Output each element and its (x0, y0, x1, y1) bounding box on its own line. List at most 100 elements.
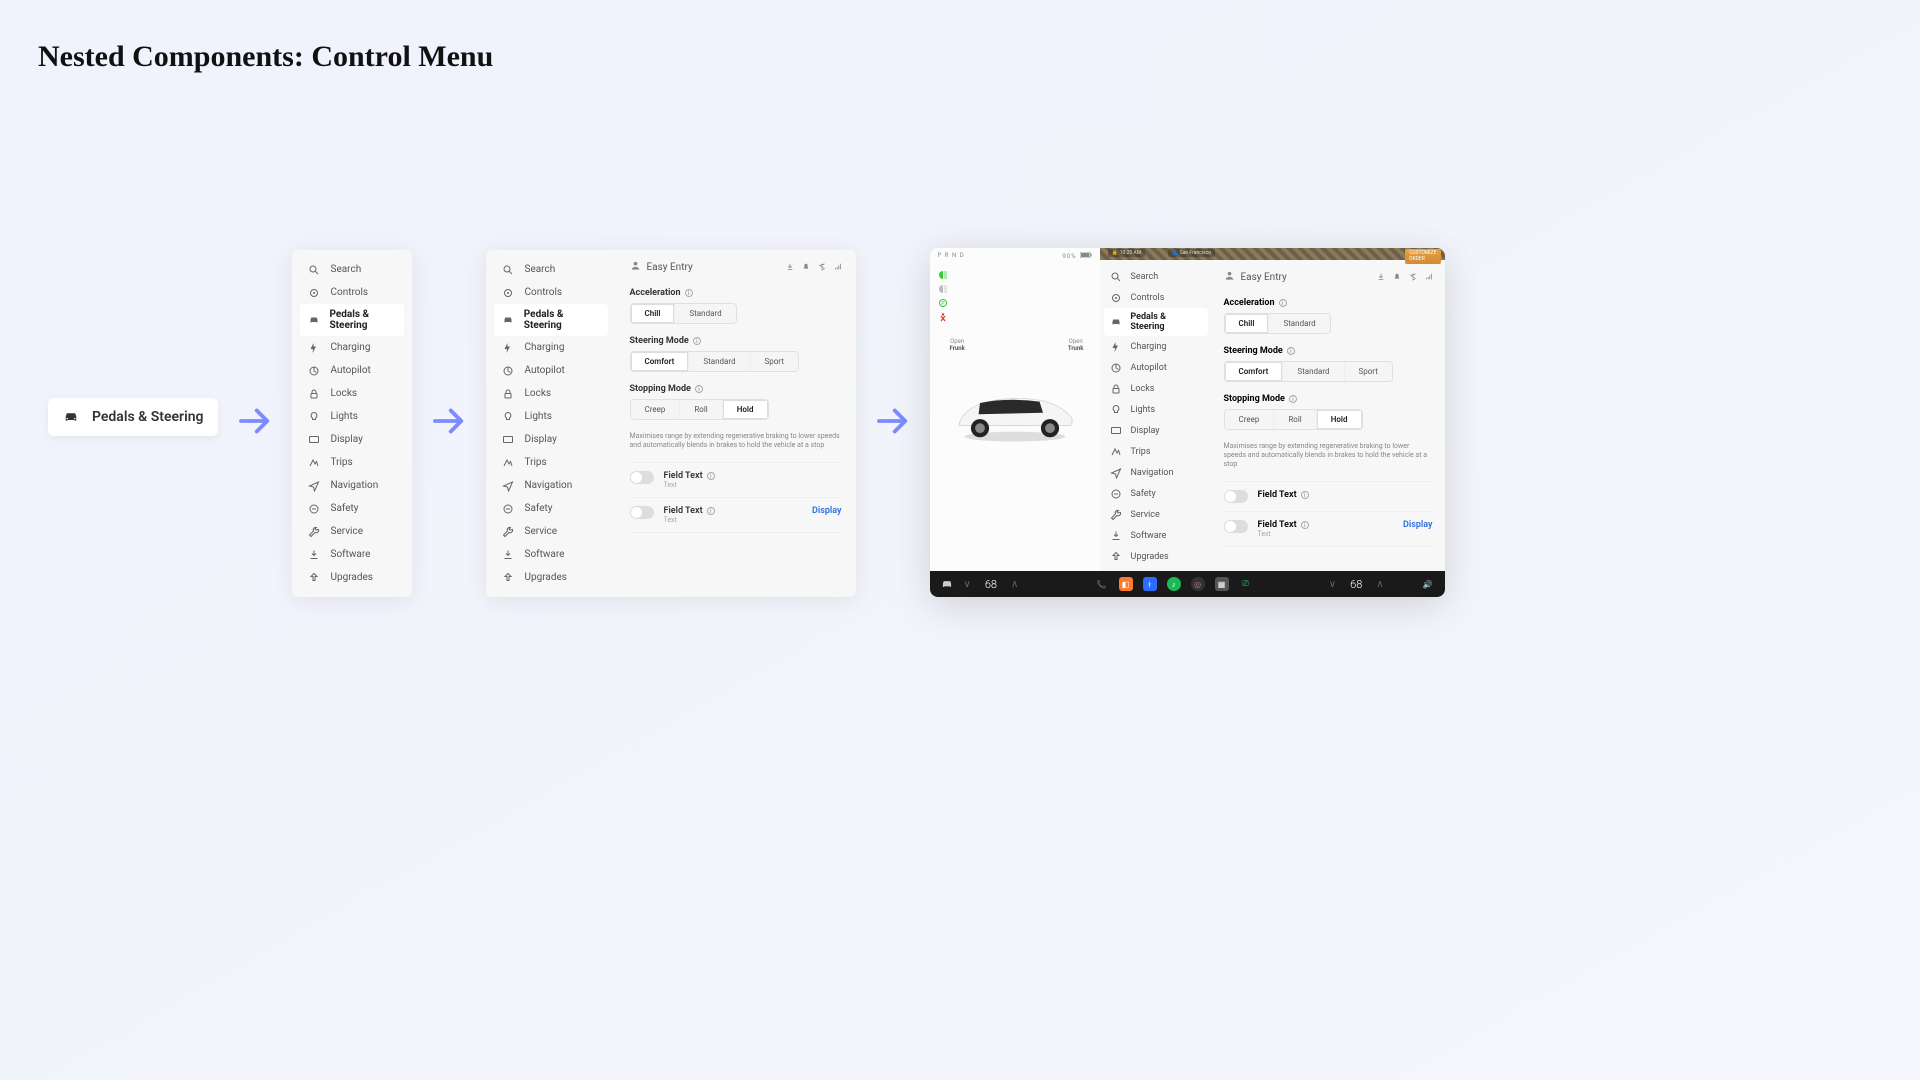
option-standard[interactable]: Standard (1283, 362, 1344, 381)
toggle-1[interactable] (630, 471, 654, 484)
info-icon[interactable]: i (695, 385, 703, 393)
info-icon[interactable]: i (685, 289, 693, 297)
dashcam-icon[interactable]: ⎚ (1239, 577, 1253, 591)
sidebar-item-controls[interactable]: Controls (494, 281, 608, 304)
sidebar-item-service[interactable]: Service (1104, 504, 1208, 525)
bluetooth-icon[interactable] (1409, 273, 1417, 281)
sidebar-item-locks[interactable]: Locks (300, 382, 404, 405)
sidebar-item-trips[interactable]: Trips (1104, 441, 1208, 462)
sidebar-item-safety[interactable]: Safety (1104, 483, 1208, 504)
customize-order-badge[interactable]: CUSTOMIZE ORDER (1405, 249, 1440, 264)
option-sport[interactable]: Sport (1345, 362, 1392, 381)
toggle-2[interactable] (1224, 520, 1248, 533)
sidebar-item-upgrades[interactable]: Upgrades (1104, 546, 1208, 567)
profile-name[interactable]: Easy Entry (1241, 272, 1287, 283)
signal-icon[interactable] (1425, 273, 1433, 281)
bell-icon[interactable] (1393, 273, 1401, 281)
sidebar-item-charging[interactable]: Charging (300, 336, 404, 359)
info-icon[interactable]: i (693, 337, 701, 345)
info-icon[interactable]: i (1301, 491, 1309, 499)
sidebar-item-software[interactable]: Software (494, 543, 608, 566)
sidebar-item-trips[interactable]: Trips (494, 451, 608, 474)
trunk-button[interactable]: OpenTrunk (1068, 338, 1084, 352)
option-roll[interactable]: Roll (680, 400, 722, 419)
option-chill[interactable]: Chill (1225, 314, 1270, 333)
sidebar-item-display[interactable]: Display (494, 428, 608, 451)
sidebar-item-lights[interactable]: Lights (1104, 399, 1208, 420)
sidebar-item-navigation[interactable]: Navigation (300, 474, 404, 497)
sidebar-item-navigation[interactable]: Navigation (494, 474, 608, 497)
info-icon[interactable]: i (1287, 347, 1295, 355)
bluetooth-icon[interactable] (818, 263, 826, 271)
option-hold[interactable]: Hold (723, 400, 768, 419)
option-standard[interactable]: Standard (675, 304, 735, 323)
info-icon[interactable]: i (1279, 299, 1287, 307)
info-icon[interactable]: i (1289, 395, 1297, 403)
sidebar-item-display[interactable]: Display (300, 428, 404, 451)
sidebar-item-search[interactable]: Search (300, 258, 404, 281)
sidebar-item-pedals[interactable]: Pedals & Steering (300, 304, 404, 336)
volume-icon[interactable]: 🔊 (1420, 577, 1434, 591)
sidebar-item-chip[interactable]: Pedals & Steering (48, 398, 218, 436)
option-hold[interactable]: Hold (1317, 410, 1362, 429)
sidebar-item-charging[interactable]: Charging (494, 336, 608, 359)
sidebar-item-upgrades[interactable]: Upgrades (300, 566, 404, 589)
sidebar-item-search[interactable]: Search (494, 258, 608, 281)
option-roll[interactable]: Roll (1274, 410, 1316, 429)
option-sport[interactable]: Sport (751, 352, 798, 371)
option-creep[interactable]: Creep (631, 400, 681, 419)
app-icon-1[interactable]: ◧ (1119, 577, 1133, 591)
option-comfort[interactable]: Comfort (1225, 362, 1284, 381)
option-standard[interactable]: Standard (1269, 314, 1329, 333)
toggle-1[interactable] (1224, 490, 1248, 503)
sidebar-item-charging[interactable]: Charging (1104, 336, 1208, 357)
option-creep[interactable]: Creep (1225, 410, 1275, 429)
sidebar-item-safety[interactable]: Safety (494, 497, 608, 520)
temp-right[interactable]: 68 (1350, 578, 1362, 591)
sidebar-item-display[interactable]: Display (1104, 420, 1208, 441)
profile-name[interactable]: Easy Entry (647, 262, 693, 273)
sidebar-item-locks[interactable]: Locks (1104, 378, 1208, 399)
option-comfort[interactable]: Comfort (631, 352, 690, 371)
sidebar-item-software[interactable]: Software (1104, 525, 1208, 546)
sidebar-item-controls[interactable]: Controls (300, 281, 404, 304)
info-icon[interactable]: i (707, 472, 715, 480)
temp-down-icon[interactable]: ∨ (1329, 579, 1336, 590)
temp-up-icon[interactable]: ∧ (1011, 579, 1018, 590)
sidebar-item-autopilot[interactable]: Autopilot (1104, 357, 1208, 378)
sidebar-item-service[interactable]: Service (300, 520, 404, 543)
sidebar-item-lights[interactable]: Lights (300, 405, 404, 428)
download-icon[interactable] (1377, 273, 1385, 281)
download-icon[interactable] (786, 263, 794, 271)
temp-up-icon[interactable]: ∧ (1376, 579, 1383, 590)
sidebar-item-service[interactable]: Service (494, 520, 608, 543)
display-action[interactable]: Display (812, 506, 841, 516)
car-dock-icon[interactable] (940, 577, 954, 591)
bell-icon[interactable] (802, 263, 810, 271)
sidebar-item-autopilot[interactable]: Autopilot (300, 359, 404, 382)
display-action[interactable]: Display (1403, 520, 1432, 530)
info-icon[interactable]: i (1301, 521, 1309, 529)
sidebar-item-locks[interactable]: Locks (494, 382, 608, 405)
calendar-icon[interactable]: ▦ (1215, 577, 1229, 591)
option-standard[interactable]: Standard (689, 352, 750, 371)
temp-down-icon[interactable]: ∨ (964, 579, 971, 590)
app-icon-2[interactable]: ◎ (1191, 577, 1205, 591)
sidebar-item-pedals[interactable]: Pedals & Steering (494, 304, 608, 336)
bluetooth-icon[interactable]: ᚼ (1143, 577, 1157, 591)
phone-icon[interactable]: 📞 (1095, 577, 1109, 591)
sidebar-item-upgrades[interactable]: Upgrades (494, 566, 608, 589)
sidebar-item-pedals[interactable]: Pedals & Steering (1104, 308, 1208, 336)
option-chill[interactable]: Chill (631, 304, 676, 323)
signal-icon[interactable] (834, 263, 842, 271)
toggle-2[interactable] (630, 506, 654, 519)
sidebar-item-software[interactable]: Software (300, 543, 404, 566)
spotify-icon[interactable]: ♪ (1167, 577, 1181, 591)
sidebar-item-lights[interactable]: Lights (494, 405, 608, 428)
info-icon[interactable]: i (707, 507, 715, 515)
frunk-button[interactable]: OpenFrunk (950, 338, 965, 352)
sidebar-item-trips[interactable]: Trips (300, 451, 404, 474)
temp-left[interactable]: 68 (985, 578, 997, 591)
sidebar-item-search[interactable]: Search (1104, 266, 1208, 287)
sidebar-item-safety[interactable]: Safety (300, 497, 404, 520)
